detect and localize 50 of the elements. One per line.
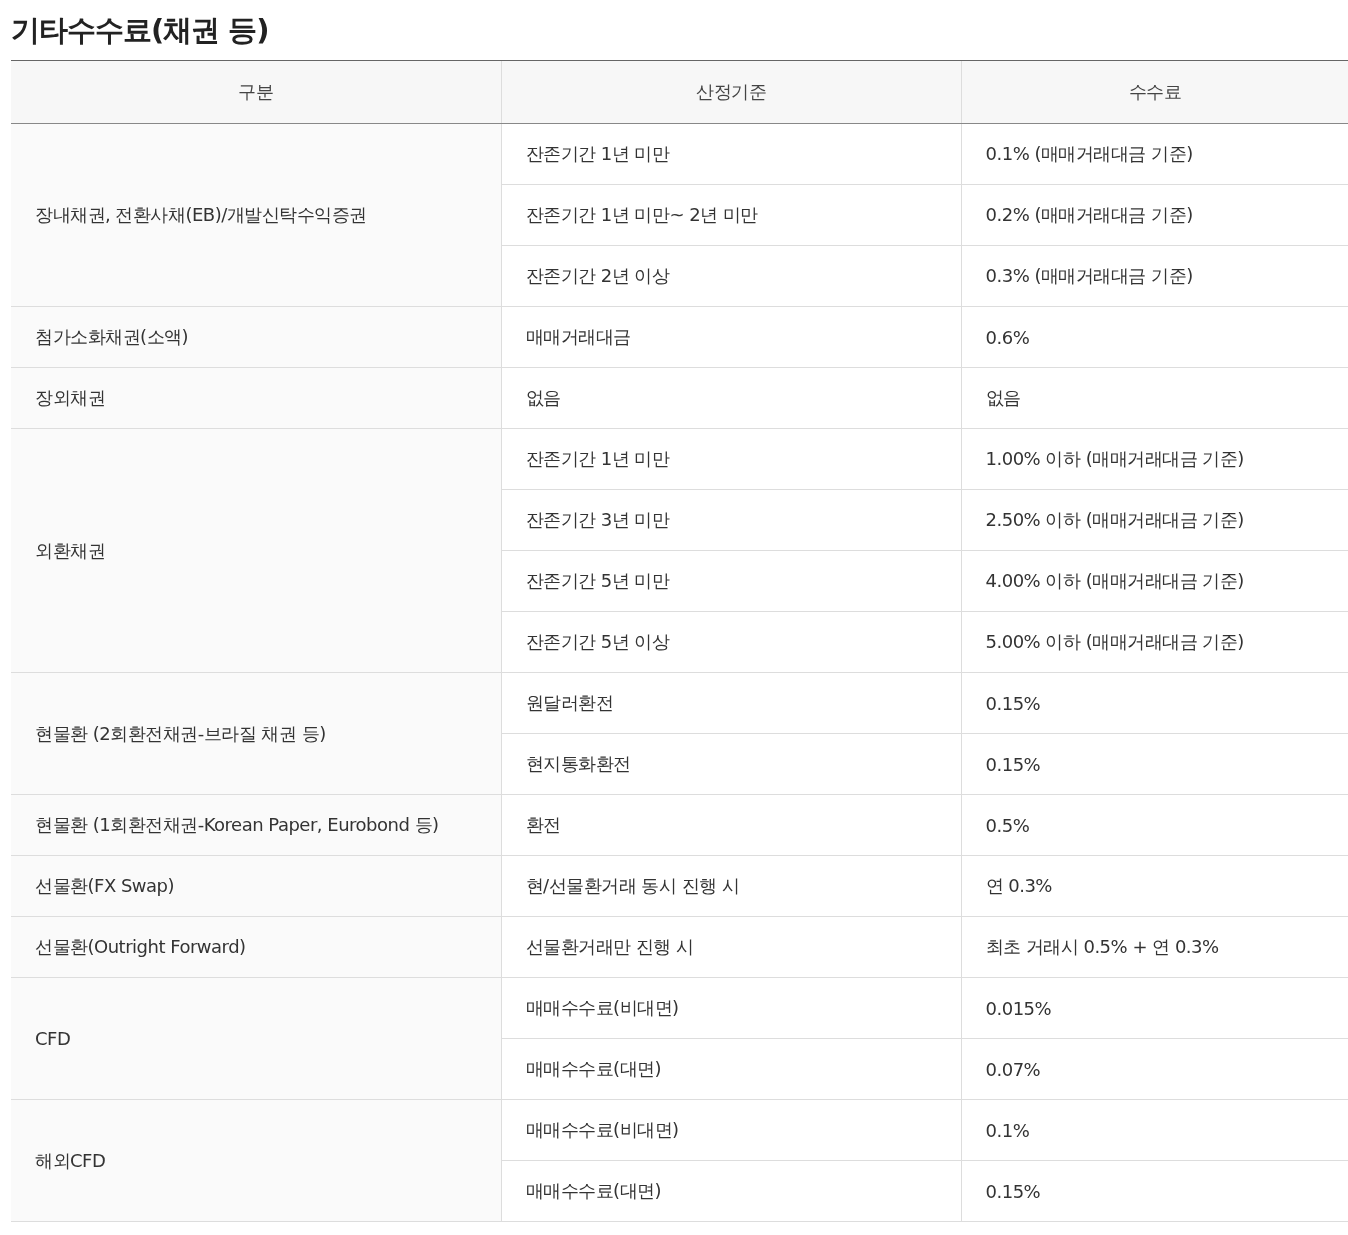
table-cell: 매매수수료(비대면) (501, 1099, 961, 1161)
table-cell: 없음 (961, 367, 1348, 429)
table-cell: 선물환(Outright Forward) (11, 916, 501, 978)
table-cell: 0.1% (매매거래대금 기준) (961, 123, 1348, 185)
table-cell: 선물환(FX Swap) (11, 855, 501, 917)
table-cell: 0.2% (매매거래대금 기준) (961, 184, 1348, 246)
table-cell: 최초 거래시 0.5% + 연 0.3% (961, 916, 1348, 978)
table-cell: 원달러환전 (501, 672, 961, 734)
table-cell: 현/선물환거래 동시 진행 시 (501, 855, 961, 917)
table-cell: 없음 (501, 367, 961, 429)
table-cell: 0.07% (961, 1038, 1348, 1100)
table-cell: 매매거래대금 (501, 306, 961, 368)
table-cell: 0.5% (961, 794, 1348, 856)
table-cell: 선물환거래만 진행 시 (501, 916, 961, 978)
column-header: 수수료 (961, 60, 1348, 124)
column-header: 구분 (11, 60, 501, 124)
table-cell: 잔존기간 5년 이상 (501, 611, 961, 673)
column-header: 산정기준 (501, 60, 961, 124)
table-cell: 잔존기간 2년 이상 (501, 245, 961, 307)
table-cell: 잔존기간 5년 미만 (501, 550, 961, 612)
table-cell: 현지통화환전 (501, 733, 961, 795)
table-cell: 4.00% 이하 (매매거래대금 기준) (961, 550, 1348, 612)
table-cell: 현물환 (2회환전채권-브라질 채권 등) (11, 672, 501, 795)
table-cell: 해외CFD (11, 1099, 501, 1222)
table-cell: 0.15% (961, 733, 1348, 795)
table-cell: 매매수수료(대면) (501, 1160, 961, 1222)
table-cell: 잔존기간 1년 미만~ 2년 미만 (501, 184, 961, 246)
table-cell: 0.15% (961, 672, 1348, 734)
table-cell: 1.00% 이하 (매매거래대금 기준) (961, 428, 1348, 490)
table-cell: 잔존기간 1년 미만 (501, 123, 961, 185)
table-cell: 0.1% (961, 1099, 1348, 1161)
table-cell: 매매수수료(비대면) (501, 977, 961, 1039)
table-cell: 2.50% 이하 (매매거래대금 기준) (961, 489, 1348, 551)
table-cell: 장외채권 (11, 367, 501, 429)
table-cell: 매매수수료(대면) (501, 1038, 961, 1100)
table-cell: CFD (11, 977, 501, 1100)
table-cell: 잔존기간 1년 미만 (501, 428, 961, 490)
table-cell: 5.00% 이하 (매매거래대금 기준) (961, 611, 1348, 673)
table-cell: 잔존기간 3년 미만 (501, 489, 961, 551)
table-cell: 0.3% (매매거래대금 기준) (961, 245, 1348, 307)
table-cell: 0.15% (961, 1160, 1348, 1222)
table-cell: 외환채권 (11, 428, 501, 673)
table-cell: 0.015% (961, 977, 1348, 1039)
table-cell: 환전 (501, 794, 961, 856)
table-cell: 연 0.3% (961, 855, 1348, 917)
table-cell: 첨가소화채권(소액) (11, 306, 501, 368)
table-cell: 현물환 (1회환전채권-Korean Paper, Eurobond 등) (11, 794, 501, 856)
page-title: 기타수수료(채권 등) (11, 12, 270, 49)
table-cell: 0.6% (961, 306, 1348, 368)
table-cell: 장내채권, 전환사채(EB)/개발신탁수익증권 (11, 123, 501, 307)
